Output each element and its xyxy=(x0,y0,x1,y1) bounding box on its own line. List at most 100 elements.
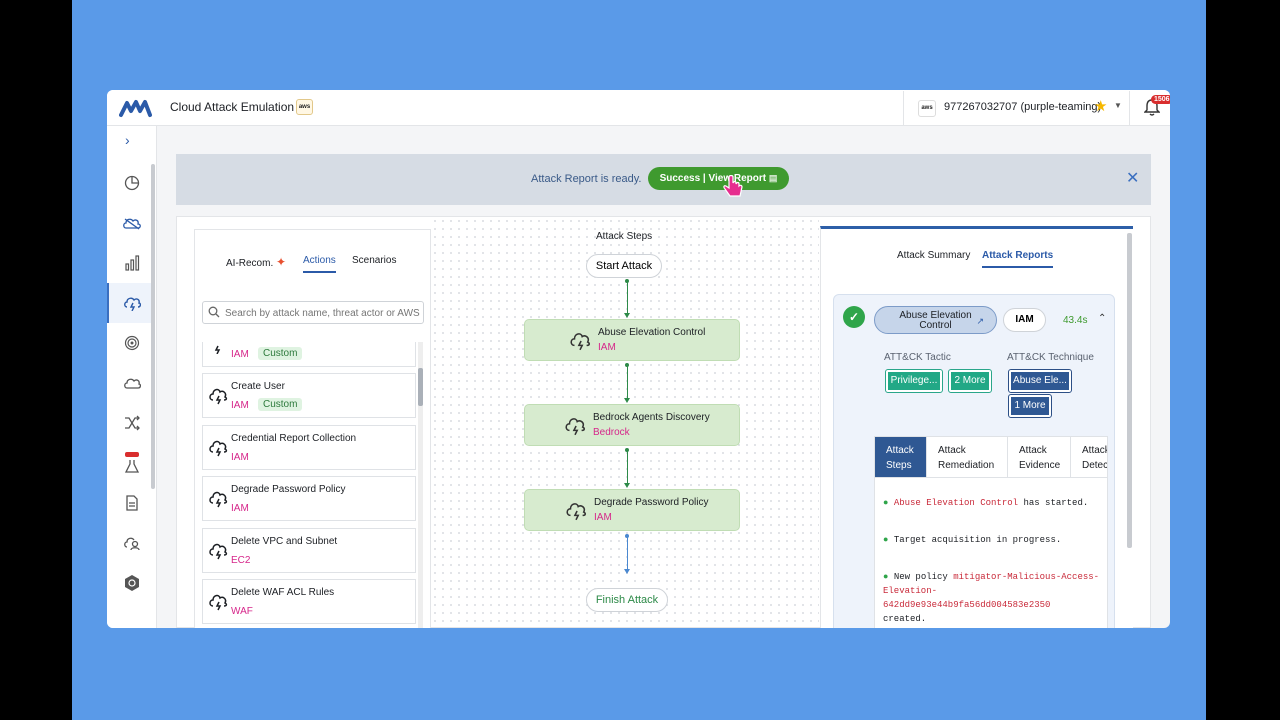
attack-steps-canvas: Attack Steps Start Attack Abuse Elevatio… xyxy=(431,217,819,628)
log-line: ● New policy mitigator-Malicious-Access-… xyxy=(883,570,1101,626)
actions-list: IAM Custom Create User IAM Custom Creden… xyxy=(202,342,418,628)
technique-line-2: Control xyxy=(919,320,952,331)
chevron-up-icon[interactable]: ⌃ xyxy=(1098,313,1106,324)
log-text: has started. xyxy=(1018,498,1089,508)
tab-label: Attack xyxy=(1082,445,1108,456)
aws-icon: aws xyxy=(918,100,936,117)
tab-attack-summary[interactable]: Attack Summary xyxy=(897,250,970,261)
start-attack-node[interactable]: Start Attack xyxy=(586,254,662,278)
panel-scrollbar[interactable] xyxy=(1127,233,1132,548)
arrow-icon xyxy=(624,313,630,318)
tab-attack-detection[interactable]: Attack Detec xyxy=(1071,437,1108,477)
external-link-icon: ↗ xyxy=(976,316,984,326)
cloud-shield-icon[interactable] xyxy=(117,208,147,238)
actions-panel: AI-Recom. ✦ Actions Scenarios IAM Custom… xyxy=(194,229,431,628)
view-report-label: Success | View Report xyxy=(659,173,767,184)
banner-message: Attack Report is ready. xyxy=(531,173,642,185)
action-service: IAM xyxy=(231,503,249,514)
search-input[interactable] xyxy=(225,304,421,322)
action-service: IAM xyxy=(231,349,249,360)
log-step-name: Abuse Elevation Control xyxy=(893,498,1019,508)
tab-label: Detec xyxy=(1082,460,1108,471)
list-item[interactable]: Create User IAM Custom xyxy=(202,373,416,418)
list-item[interactable]: Delete WAF ACL Rules WAF xyxy=(202,579,416,624)
dashboard-pie-icon[interactable] xyxy=(117,168,147,198)
list-item[interactable]: Degrade Password Policy IAM xyxy=(202,476,416,521)
kubernetes-icon[interactable] xyxy=(117,568,147,598)
step-service: Bedrock xyxy=(593,427,630,438)
arrow-icon xyxy=(624,398,630,403)
account-selector[interactable]: aws 977267032707 (purple-teaming) ★ ▼ xyxy=(903,91,1130,125)
tab-ai-recom[interactable]: AI-Recom. ✦ xyxy=(226,255,286,269)
cloud-lightning-icon xyxy=(209,388,228,405)
flow-title: Attack Steps xyxy=(596,231,653,242)
sidebar: › xyxy=(107,126,157,628)
tab-label: Attack xyxy=(1019,445,1047,456)
star-icon[interactable]: ★ xyxy=(1094,97,1107,115)
cloud-lightning-icon xyxy=(566,503,586,521)
action-name: Create User xyxy=(231,381,285,392)
cloud-lightning-icon[interactable] xyxy=(117,288,147,318)
action-service: WAF xyxy=(231,606,253,617)
sidebar-scrollbar[interactable] xyxy=(151,164,155,489)
app-window: Cloud Attack Emulation aws aws 977267032… xyxy=(107,90,1170,628)
edge xyxy=(627,450,628,485)
document-icon[interactable] xyxy=(117,488,147,518)
action-name: Delete VPC and Subnet xyxy=(231,536,338,547)
action-service: IAM xyxy=(231,452,249,463)
account-name: 977267032707 (purple-teaming) xyxy=(944,101,1102,113)
actions-tabs: AI-Recom. ✦ Actions Scenarios xyxy=(195,252,432,282)
technique-badge[interactable]: Abuse Ele... xyxy=(1008,369,1072,393)
tactic-more-badge[interactable]: 2 More xyxy=(948,369,992,393)
log-line: ● Target acquisition in progress. xyxy=(883,533,1101,547)
step-service: IAM xyxy=(598,342,616,353)
tactic-badge[interactable]: Privilege... xyxy=(885,369,943,393)
log-text: Target acquisition in progress. xyxy=(893,535,1062,545)
tab-attack-steps[interactable]: Attack Steps xyxy=(875,437,927,477)
finish-attack-node[interactable]: Finish Attack xyxy=(586,588,668,612)
log-policy: Elevation- xyxy=(883,586,938,596)
cloud-lightning-icon xyxy=(565,418,585,436)
arrow-icon xyxy=(624,569,630,574)
log-text: New policy xyxy=(893,572,954,582)
tab-scenarios[interactable]: Scenarios xyxy=(352,255,396,266)
list-item[interactable]: IAM Custom xyxy=(202,342,416,367)
attack-step-node[interactable]: Bedrock Agents Discovery Bedrock xyxy=(524,404,740,446)
logo-icon[interactable] xyxy=(119,98,153,118)
list-item[interactable]: Credential Report Collection IAM xyxy=(202,425,416,470)
list-item[interactable]: Delete VPC and Subnet EC2 xyxy=(202,528,416,573)
view-report-button[interactable]: Success | View Report ▤ xyxy=(648,167,789,190)
close-icon[interactable]: ✕ xyxy=(1126,168,1139,188)
step-name: Bedrock Agents Discovery xyxy=(593,412,710,423)
attack-step-node[interactable]: Degrade Password Policy IAM xyxy=(524,489,740,531)
attack-step-node[interactable]: Abuse Elevation Control IAM xyxy=(524,319,740,361)
cloud-icon[interactable] xyxy=(117,368,147,398)
chevron-right-icon[interactable]: › xyxy=(125,132,130,148)
cloud-lightning-icon xyxy=(214,345,221,354)
log-policy: mitigator-Malicious-Access- xyxy=(953,572,1100,582)
cloud-user-icon[interactable] xyxy=(117,528,147,558)
tab-actions[interactable]: Actions xyxy=(303,255,336,273)
tab-attack-remediation[interactable]: Attack Remediation xyxy=(927,437,1008,477)
technique-pill[interactable]: Abuse Elevation ↗ Control xyxy=(874,306,997,334)
list-scrollbar-thumb[interactable] xyxy=(418,368,423,406)
chevron-down-icon[interactable]: ▼ xyxy=(1114,101,1122,110)
beta-flask-icon[interactable] xyxy=(117,448,147,478)
action-name: Credential Report Collection xyxy=(231,433,357,444)
tab-attack-evidence[interactable]: Attack Evidence xyxy=(1008,437,1071,477)
bullet-icon: ● xyxy=(883,498,894,508)
technique-more-badge[interactable]: 1 More xyxy=(1008,394,1052,418)
action-name: Delete WAF ACL Rules xyxy=(231,587,335,598)
edge xyxy=(627,536,628,571)
custom-tag: Custom xyxy=(258,398,303,411)
tab-attack-reports[interactable]: Attack Reports xyxy=(982,250,1054,268)
target-icon[interactable] xyxy=(117,328,147,358)
log-line: ● Abuse Elevation Control has started. xyxy=(883,496,1101,510)
main-content: AI-Recom. ✦ Actions Scenarios IAM Custom… xyxy=(176,216,1151,628)
tab-ai-recom-label: AI-Recom. xyxy=(226,258,274,269)
bar-chart-icon[interactable] xyxy=(117,248,147,278)
report-tabs: Attack Steps Attack Remediation Attack Evid… xyxy=(874,436,1108,478)
report-card: ✓ Abuse Elevation ↗ Control IAM 43.4s ⌃ … xyxy=(833,294,1115,628)
shuffle-icon[interactable] xyxy=(117,408,147,438)
log-text: created. xyxy=(883,614,927,624)
